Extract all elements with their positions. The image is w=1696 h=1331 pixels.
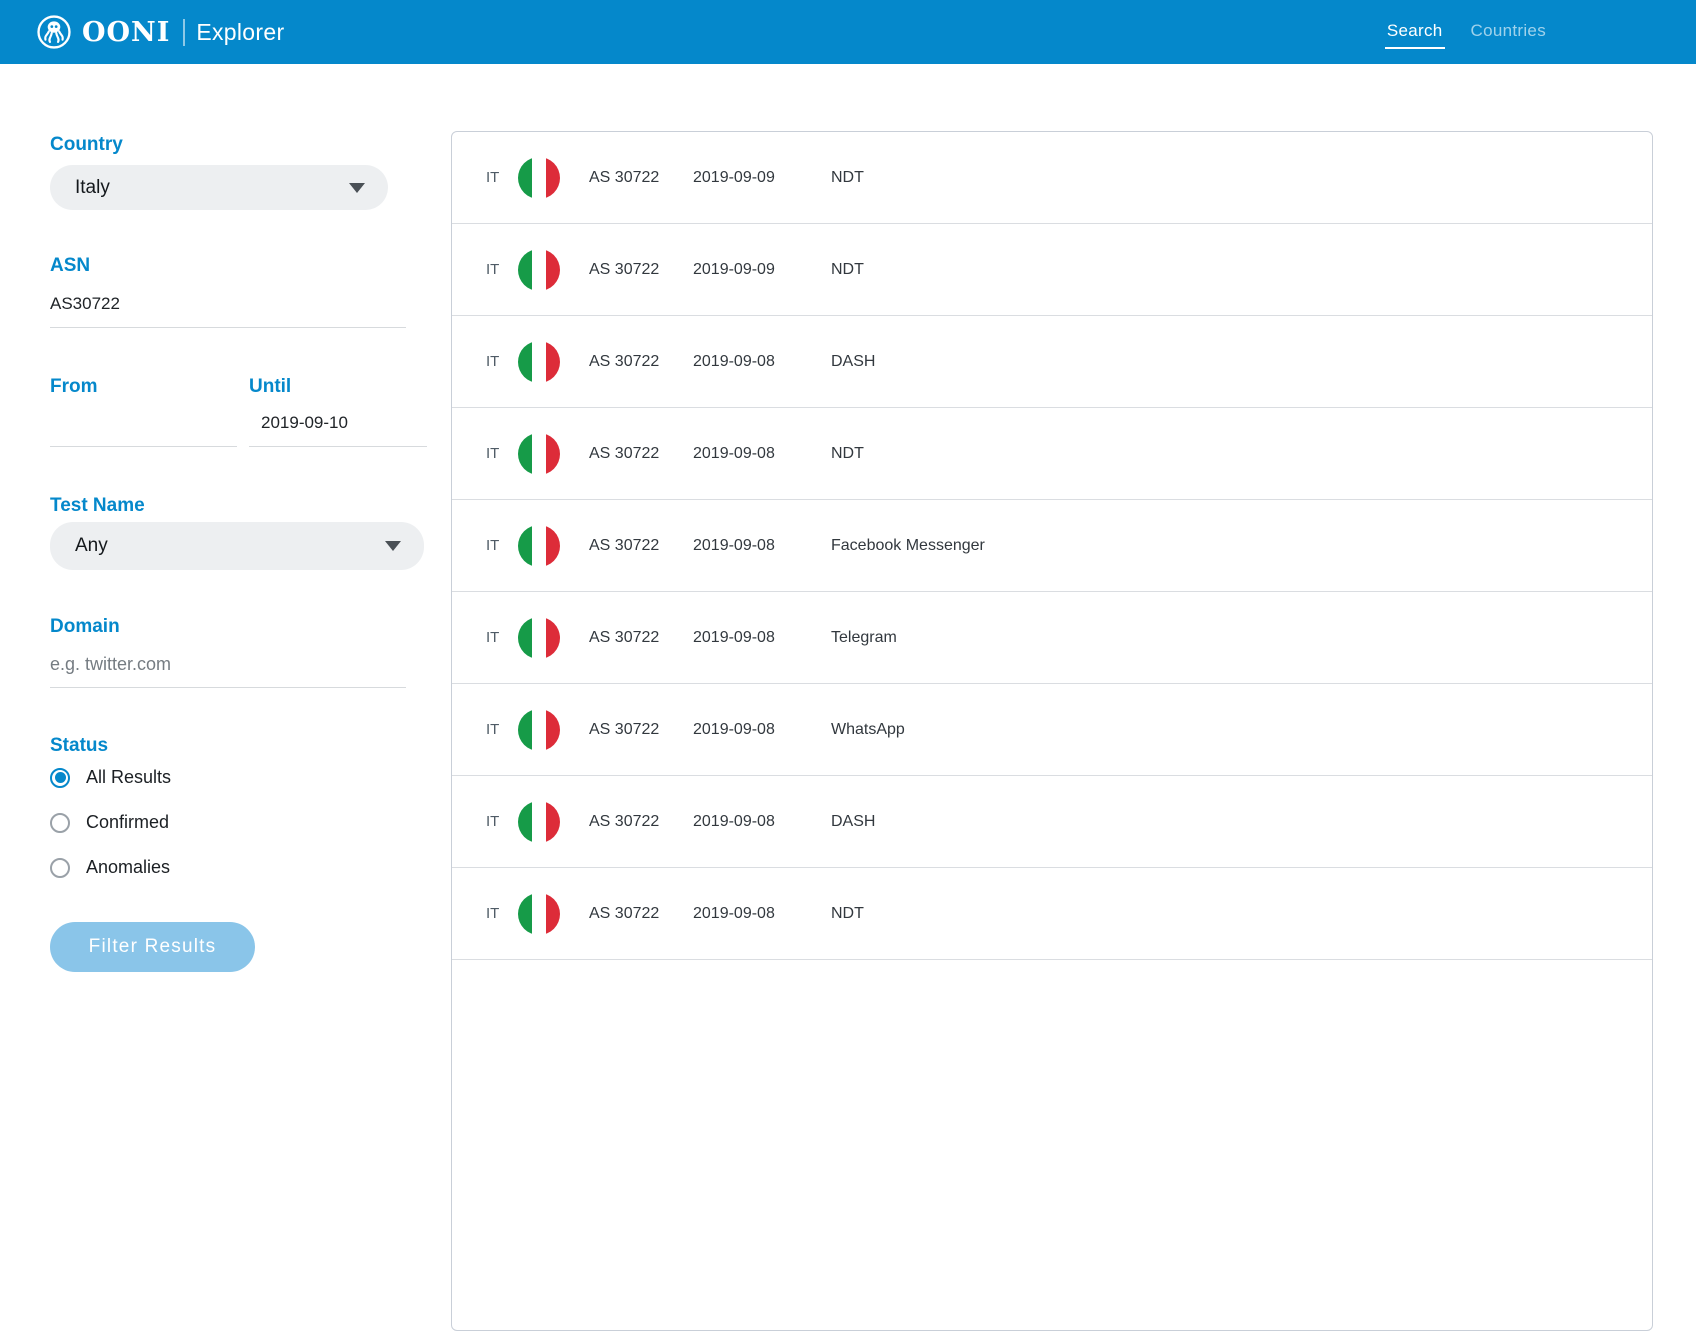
status-radio-option[interactable]: All Results bbox=[50, 767, 424, 788]
status-label: Status bbox=[50, 736, 424, 756]
nav-tab-search[interactable]: Search bbox=[1385, 15, 1445, 49]
result-row[interactable]: IT AS 30722 2019-09-08 NDT bbox=[452, 408, 1652, 500]
result-row[interactable]: IT AS 30722 2019-09-08 Facebook Messenge… bbox=[452, 500, 1652, 592]
radio-button-icon bbox=[50, 858, 70, 878]
row-test-name: NDT bbox=[831, 905, 1652, 923]
ooni-octopus-logo-icon bbox=[36, 14, 72, 50]
row-date: 2019-09-08 bbox=[693, 905, 831, 923]
italy-flag-icon bbox=[518, 525, 560, 567]
row-date: 2019-09-08 bbox=[693, 629, 831, 647]
italy-flag-icon bbox=[518, 893, 560, 935]
brand-divider bbox=[183, 19, 185, 46]
brand[interactable]: OONI Explorer bbox=[36, 14, 284, 50]
domain-label: Domain bbox=[50, 617, 424, 637]
brand-product: Explorer bbox=[196, 19, 284, 46]
row-asn: AS 30722 bbox=[589, 905, 693, 923]
status-option-label: All Results bbox=[86, 767, 171, 788]
row-country-code: IT bbox=[486, 813, 518, 830]
test-name-select[interactable]: Any bbox=[50, 522, 424, 570]
from-label: From bbox=[50, 377, 237, 397]
row-test-name: Facebook Messenger bbox=[831, 537, 1652, 555]
row-test-name: DASH bbox=[831, 813, 1652, 831]
italy-flag-icon bbox=[518, 157, 560, 199]
country-label: Country bbox=[50, 135, 424, 155]
row-asn: AS 30722 bbox=[589, 445, 693, 463]
radio-button-icon bbox=[50, 813, 70, 833]
from-date-input[interactable] bbox=[50, 413, 237, 447]
row-test-name: NDT bbox=[831, 445, 1652, 463]
italy-flag-icon bbox=[518, 249, 560, 291]
italy-flag-icon bbox=[518, 801, 560, 843]
result-row[interactable]: IT AS 30722 2019-09-09 NDT bbox=[452, 132, 1652, 224]
row-test-name: Telegram bbox=[831, 629, 1652, 647]
brand-name: OONI bbox=[82, 17, 170, 48]
row-country-code: IT bbox=[486, 629, 518, 646]
italy-flag-icon bbox=[518, 617, 560, 659]
status-option-label: Anomalies bbox=[86, 857, 170, 878]
result-row[interactable]: IT AS 30722 2019-09-08 WhatsApp bbox=[452, 684, 1652, 776]
row-country-code: IT bbox=[486, 537, 518, 554]
filter-sidebar: Country Italy ASN From Until Test Name A… bbox=[50, 135, 424, 972]
nav-tab-countries[interactable]: Countries bbox=[1469, 15, 1548, 49]
result-row[interactable]: IT AS 30722 2019-09-08 DASH bbox=[452, 316, 1652, 408]
italy-flag-icon bbox=[518, 433, 560, 475]
status-radio-option[interactable]: Confirmed bbox=[50, 812, 424, 833]
chevron-down-icon bbox=[385, 541, 401, 551]
row-test-name: WhatsApp bbox=[831, 721, 1652, 739]
row-date: 2019-09-08 bbox=[693, 721, 831, 739]
row-test-name: DASH bbox=[831, 353, 1652, 371]
domain-input[interactable] bbox=[50, 654, 406, 688]
row-country-code: IT bbox=[486, 169, 518, 186]
result-row[interactable]: IT AS 30722 2019-09-09 NDT bbox=[452, 224, 1652, 316]
main-nav: Search Countries bbox=[1385, 15, 1548, 49]
row-asn: AS 30722 bbox=[589, 721, 693, 739]
row-date: 2019-09-08 bbox=[693, 445, 831, 463]
row-asn: AS 30722 bbox=[589, 813, 693, 831]
filter-results-button[interactable]: Filter Results bbox=[50, 922, 255, 972]
row-country-code: IT bbox=[486, 261, 518, 278]
until-date-input[interactable] bbox=[249, 413, 427, 447]
radio-button-icon bbox=[50, 768, 70, 788]
row-country-code: IT bbox=[486, 721, 518, 738]
row-asn: AS 30722 bbox=[589, 629, 693, 647]
row-date: 2019-09-08 bbox=[693, 353, 831, 371]
row-asn: AS 30722 bbox=[589, 353, 693, 371]
country-select-value: Italy bbox=[75, 177, 110, 199]
row-country-code: IT bbox=[486, 445, 518, 462]
result-row[interactable]: IT AS 30722 2019-09-08 NDT bbox=[452, 868, 1652, 960]
row-test-name: NDT bbox=[831, 169, 1652, 187]
asn-label: ASN bbox=[50, 256, 424, 276]
row-country-code: IT bbox=[486, 353, 518, 370]
country-select[interactable]: Italy bbox=[50, 165, 388, 210]
row-date: 2019-09-09 bbox=[693, 169, 831, 187]
until-label: Until bbox=[249, 377, 427, 397]
chevron-down-icon bbox=[349, 183, 365, 193]
results-list: IT AS 30722 2019-09-09 NDT IT AS 30722 2… bbox=[451, 131, 1653, 1331]
row-date: 2019-09-09 bbox=[693, 261, 831, 279]
row-date: 2019-09-08 bbox=[693, 813, 831, 831]
row-asn: AS 30722 bbox=[589, 537, 693, 555]
test-name-select-value: Any bbox=[75, 535, 108, 557]
italy-flag-icon bbox=[518, 341, 560, 383]
result-row[interactable]: IT AS 30722 2019-09-08 Telegram bbox=[452, 592, 1652, 684]
app-header: OONI Explorer Search Countries bbox=[0, 0, 1696, 64]
row-date: 2019-09-08 bbox=[693, 537, 831, 555]
row-country-code: IT bbox=[486, 905, 518, 922]
row-asn: AS 30722 bbox=[589, 261, 693, 279]
italy-flag-icon bbox=[518, 709, 560, 751]
status-option-label: Confirmed bbox=[86, 812, 169, 833]
row-asn: AS 30722 bbox=[589, 169, 693, 187]
result-row[interactable]: IT AS 30722 2019-09-08 DASH bbox=[452, 776, 1652, 868]
status-radio-option[interactable]: Anomalies bbox=[50, 857, 424, 878]
asn-input[interactable] bbox=[50, 294, 406, 328]
test-name-label: Test Name bbox=[50, 496, 424, 516]
row-test-name: NDT bbox=[831, 261, 1652, 279]
